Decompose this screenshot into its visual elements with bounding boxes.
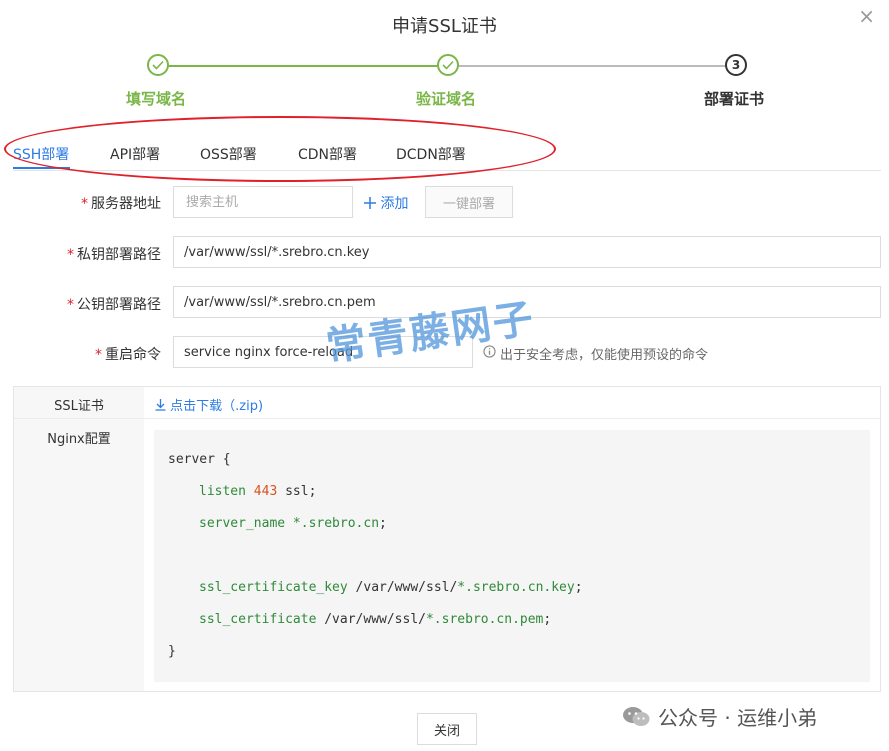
step-connector-2: [458, 65, 726, 67]
close-icon[interactable]: ×: [858, 6, 875, 26]
wechat-account-text: 公众号 · 运维小弟: [658, 706, 818, 730]
key-path-label: * 私钥部署路径: [67, 247, 161, 263]
step-1-label: 填写域名: [126, 90, 187, 108]
step-connector-1: [168, 65, 438, 67]
one-click-deploy-button[interactable]: 一键部署: [425, 186, 513, 218]
tab-dcdn[interactable]: DCDN部署: [396, 144, 466, 164]
server-search-field[interactable]: [173, 186, 353, 218]
code-line-3: server_name *.srebro.cn;: [199, 516, 387, 531]
step-2-check-icon: [437, 54, 459, 76]
code-line-2: listen 443 ssl;: [199, 484, 317, 499]
active-tab-underline: [13, 167, 70, 169]
tab-cdn[interactable]: CDN部署: [298, 144, 357, 164]
dialog-title: 申请SSL证书: [392, 16, 497, 37]
step-3-number: 3: [725, 54, 747, 76]
nginx-config-label: Nginx配置: [47, 432, 111, 447]
cert-path-label: * 公钥部署路径: [67, 297, 161, 313]
code-line-6: }: [168, 644, 176, 659]
step-3-label: 部署证书: [704, 90, 765, 108]
key-path-field[interactable]: /var/www/ssl/*.srebro.cn.key: [173, 236, 881, 268]
wechat-badge: 公众号 · 运维小弟: [622, 702, 817, 731]
restart-command-label: * 重启命令: [95, 347, 161, 363]
ssl-cert-label: SSL证书: [54, 399, 104, 414]
restart-command-select[interactable]: service nginx force-reload: [173, 336, 473, 368]
close-dialog-button[interactable]: 关闭: [417, 713, 477, 745]
download-zip-link[interactable]: 点击下载（.zip): [155, 395, 263, 414]
tab-ssh[interactable]: SSH部署: [13, 144, 69, 164]
download-icon: [155, 399, 170, 414]
nginx-config-code-block: server { listen 443 ssl; server_name *.s…: [154, 430, 870, 682]
tab-oss[interactable]: OSS部署: [200, 144, 257, 164]
cert-path-field[interactable]: /var/www/ssl/*.srebro.cn.pem: [173, 286, 881, 318]
code-line-1: server {: [168, 452, 231, 467]
info-row-divider: [14, 418, 880, 419]
server-label: * 服务器地址: [81, 196, 161, 212]
plus-icon: [364, 196, 380, 212]
code-line-4: ssl_certificate_key /var/www/ssl/*.srebr…: [199, 580, 583, 595]
add-server-button[interactable]: 添加: [364, 193, 408, 213]
tab-api[interactable]: API部署: [110, 144, 160, 164]
step-1-check-icon: [147, 54, 169, 76]
wechat-icon: [622, 706, 650, 728]
server-search-input[interactable]: [184, 193, 342, 211]
restart-hint: 出于安全考虑，仅能使用预设的命令: [483, 344, 708, 363]
info-icon: [483, 345, 496, 362]
step-2-label: 验证域名: [416, 90, 477, 108]
code-line-5: ssl_certificate /var/www/ssl/*.srebro.cn…: [199, 612, 552, 627]
